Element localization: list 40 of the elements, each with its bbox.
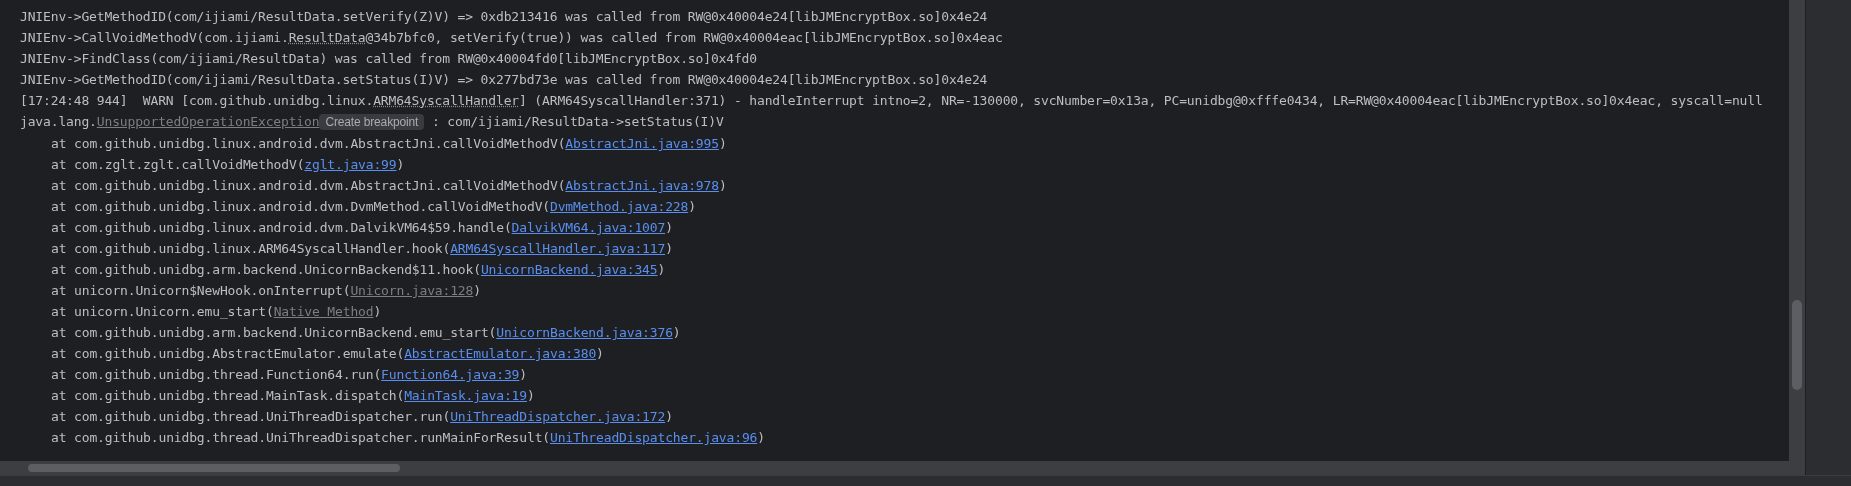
scrollbar-thumb[interactable]: [28, 464, 400, 472]
source-link[interactable]: UnicornBackend.java:345: [480, 262, 658, 277]
source-link[interactable]: UniThreadDispatcher.java:96: [550, 430, 758, 445]
log-line: at com.github.unidbg.linux.android.dvm.DvmMethod.callVoidMethodV(DvmMethod.java:228): [50, 198, 697, 216]
scrollbar-thumb[interactable]: [1792, 300, 1802, 390]
log-line: at com.github.unidbg.thread.Function64.run(Function64.java:39): [50, 366, 528, 384]
log-line: at com.github.unidbg.linux.android.dvm.AbstractJni.callVoidMethodV(AbstractJni.java:995): [50, 135, 728, 153]
log-line: at com.github.unidbg.linux.android.dvm.DalvikVM64$59.handle(DalvikVM64.java:1007): [50, 219, 674, 237]
log-line: at com.zglt.zglt.callVoidMethodV(zglt.java:99): [50, 156, 406, 174]
log-line: at com.github.unidbg.AbstractEmulator.emulate(AbstractEmulator.java:380): [50, 345, 605, 363]
source-link[interactable]: AbstractEmulator.java:380: [404, 346, 597, 361]
log-line: at com.github.unidbg.thread.UniThreadDispatcher.runMainForResult(UniThreadDispatcher.java:96): [50, 429, 766, 447]
source-link[interactable]: DalvikVM64.java:1007: [511, 220, 666, 235]
source-link[interactable]: MainTask.java:19: [404, 388, 527, 403]
log-line: [17:24:48 944] WARN [com.github.unidbg.linux.ARM64SyscallHandler] (ARM64SyscallHandler:371) - handleInterrupt intno=2, NR=-130000, svcNumber=0x13a, PC=unidbg@0xfffe0434, LR=RW@0x40004eac[libJMEncryptBox.so]0x4eac, syscall=null: [20, 92, 1764, 110]
log-line: JNIEnv->FindClass(com/ijiami/ResultData) was called from RW@0x40004fd0[libJMEncryptBox.so]0x4fd0: [20, 50, 758, 68]
source-link[interactable]: AbstractJni.java:978: [565, 178, 719, 193]
source-link[interactable]: Native Method: [273, 304, 374, 319]
source-link[interactable]: UnsupportedOperationException: [96, 114, 320, 129]
log-line: at com.github.unidbg.linux.ARM64SyscallHandler.hook(ARM64SyscallHandler.java:117): [50, 240, 674, 258]
source-link[interactable]: AbstractJni.java:995: [565, 136, 719, 151]
source-link[interactable]: Function64.java:39: [381, 367, 520, 382]
log-line: at unicorn.Unicorn$NewHook.onInterrupt(Unicorn.java:128): [50, 282, 482, 300]
source-link[interactable]: Unicorn.java:128: [350, 283, 474, 298]
source-link[interactable]: DvmMethod.java:228: [550, 199, 689, 214]
log-line: at com.github.unidbg.thread.MainTask.dispatch(MainTask.java:19): [50, 387, 536, 405]
log-line: JNIEnv->GetMethodID(com/ijiami/ResultData.setVerify(Z)V) => 0xdb213416 was called from RW@0x40004e24[libJMEncryptBox.so]0x4e24: [20, 8, 989, 26]
log-line: JNIEnv->CallVoidMethodV(com.ijiami.ResultData@34b7bfc0, setVerify(true)) was called from RW@0x40004eac[libJMEncryptBox.so]0x4eac: [20, 29, 1004, 47]
log-line: java.lang.UnsupportedOperationException Create breakpoint : com/ijiami/ResultData->setStatus(I)V: [20, 113, 725, 132]
source-link[interactable]: UniThreadDispatcher.java:172: [450, 409, 666, 424]
log-line: JNIEnv->GetMethodID(com/ijiami/ResultData.setStatus(I)V) => 0x277bd73e was called from RW@0x40004e24[libJMEncryptBox.so]0x4e24: [20, 71, 989, 89]
source-link[interactable]: UnicornBackend.java:376: [496, 325, 673, 340]
create-breakpoint-button[interactable]: Create breakpoint: [319, 114, 425, 130]
log-line: at unicorn.Unicorn.emu_start(Native Method): [50, 303, 383, 321]
source-link[interactable]: ARM64SyscallHandler.java:117: [450, 241, 666, 256]
source-link[interactable]: zglt.java:99: [304, 157, 397, 172]
log-line: at com.github.unidbg.arm.backend.UnicornBackend$11.hook(UnicornBackend.java:345): [50, 261, 667, 279]
log-line: at com.github.unidbg.linux.android.dvm.AbstractJni.callVoidMethodV(AbstractJni.java:978): [50, 177, 728, 195]
log-line: at com.github.unidbg.arm.backend.UnicornBackend.emu_start(UnicornBackend.java:376): [50, 324, 682, 342]
log-line: at com.github.unidbg.thread.UniThreadDispatcher.run(UniThreadDispatcher.java:172): [50, 408, 674, 426]
